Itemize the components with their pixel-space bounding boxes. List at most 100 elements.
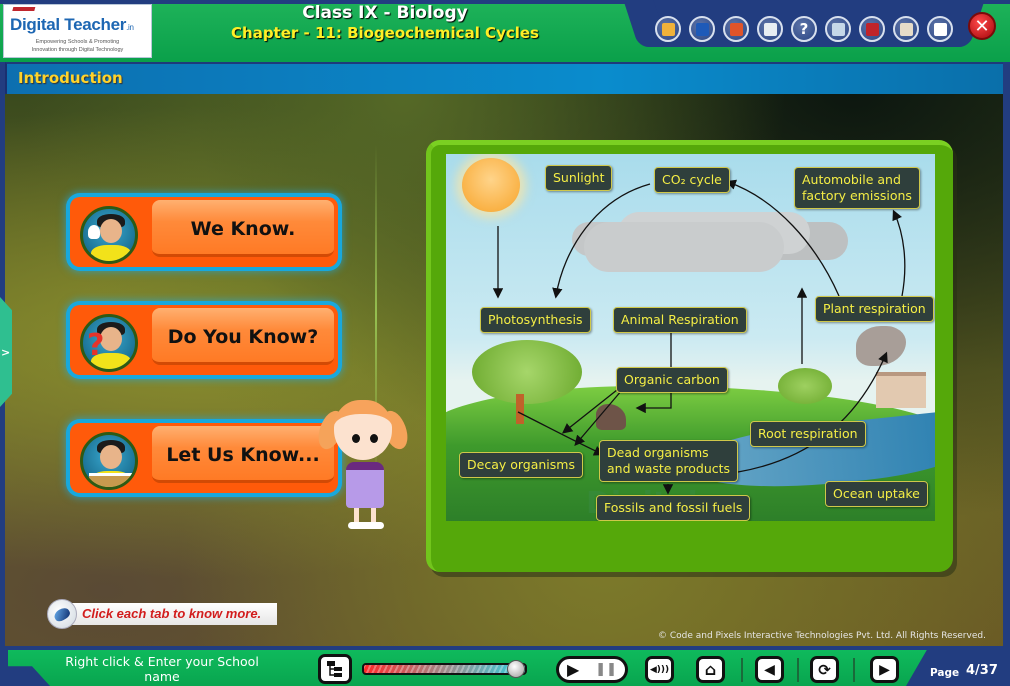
tab-label: We Know. [190,217,296,240]
progress-slider[interactable] [362,660,532,678]
toolbar-search-button[interactable] [825,16,851,42]
arrow-organic-decay [561,385,623,434]
logo-tagline-2: Innovation through Digital Technology [31,47,124,53]
footer-bar: Right click & Enter your School name ▶ ❚… [0,647,1010,686]
replay-button[interactable]: ⟳ [810,656,839,683]
node-dead-organisms-line-1: Dead organisms [607,445,709,460]
boy-reading-icon [80,432,138,490]
pause-icon: ❚❚ [595,662,618,677]
toolbar-reference-button[interactable] [893,16,919,42]
logo-brand: Digital Teacher.in [10,15,134,35]
open-book-icon [899,22,913,36]
node-animal-respiration[interactable]: Animal Respiration [613,307,747,333]
red-book-icon [865,22,879,36]
progress-knob[interactable] [506,660,525,678]
play-icon: ▶ [566,660,580,679]
previous-icon: ◀ [764,661,775,678]
section-bar: Introduction [5,62,1003,94]
page-label: Page [930,667,960,679]
question-mark-icon: ? [87,328,105,363]
copyright-text: © Code and Pixels Interactive Technologi… [658,631,986,641]
tab-we-know[interactable]: We Know. [70,197,338,267]
boy-idea-icon [80,206,138,264]
toolbar-ebook-button[interactable] [689,16,715,42]
logo-brand-suffix: .in [126,23,134,32]
pen-tablet-icon [729,22,743,36]
node-plant-respiration[interactable]: Plant respiration [815,296,934,322]
sitemap-icon [327,661,342,677]
footer-left-wedge [0,650,50,686]
boy-question-icon: ? [80,314,138,372]
node-co2-cycle[interactable]: CO₂ cycle [654,167,730,193]
chapter-title: Chapter - 11: Biogeochemical Cycles [231,24,539,42]
home-icon: ⌂ [704,660,717,679]
toolbar-glossary-button[interactable] [859,16,885,42]
progress-track [362,663,527,675]
node-emissions-line-1: Automobile and [802,172,901,187]
digital-teacher-logo: Digital Teacher.in Empowering Schools & … [3,4,152,58]
resize-window-icon [933,22,947,36]
logo-tagline-1: Empowering Schools & Promoting [35,39,120,45]
node-sunlight[interactable]: Sunlight [545,165,613,191]
magnifier-icon [831,22,845,36]
arrow-co2-photosynthesis [552,183,651,299]
node-emissions[interactable]: Automobile and factory emissions [794,167,920,209]
node-root-respiration[interactable]: Root respiration [750,421,866,447]
node-emissions-line-2: factory emissions [802,188,912,203]
tab-let-us-know[interactable]: Let Us Know... [70,423,338,493]
next-icon: ▶ [879,661,890,678]
sitemap-button[interactable] [318,654,352,684]
arrow-tree-dead [517,411,605,456]
girl-character [313,396,413,536]
node-fossils[interactable]: Fossils and fossil fuels [596,495,751,521]
chevron-right-icon: > [1,345,11,359]
class-title: Class IX - Biology [302,3,468,23]
lesson-title: Class IX - Biology Chapter - 11: Biogeoc… [190,3,580,43]
section-title: Introduction [18,69,123,87]
previous-button[interactable]: ◀ [755,656,784,683]
tab-label: Let Us Know... [166,443,320,466]
page-number: 4/37 [966,663,998,678]
home-button[interactable]: ⌂ [696,656,725,683]
toolbar-notepad-button[interactable] [723,16,749,42]
node-photosynthesis[interactable]: Photosynthesis [480,307,591,333]
arrow-plant-emissions [892,209,906,297]
page-indicator: Page 4/37 [906,650,1010,686]
close-button[interactable]: ✕ [968,12,996,40]
school-name-field[interactable]: Right click & Enter your School name [52,654,272,684]
volume-button[interactable]: ◀))) [645,656,674,683]
right-border [1003,62,1010,647]
node-decay-organisms[interactable]: Decay organisms [459,452,583,478]
lightbulb-icon [88,225,100,239]
node-dead-organisms[interactable]: Dead organisms and waste products [599,440,739,482]
node-ocean-uptake[interactable]: Ocean uptake [825,481,928,507]
book-icon [89,473,133,487]
close-icon: ✕ [974,15,990,37]
folder-clock-icon [661,22,675,36]
side-panel-toggle[interactable]: > [0,297,12,407]
app-window: Digital Teacher.in Empowering Schools & … [0,0,1010,686]
tab-do-you-know[interactable]: ? Do You Know? [70,305,338,375]
speaker-icon: ◀))) [649,664,670,675]
logo-brand-text: Digital Teacher [10,15,127,34]
carbon-cycle-diagram: Digital Sunlight CO₂ cyc [446,154,935,521]
replay-icon: ⟳ [818,660,831,679]
hint-text: Click each tab to know more. [82,606,262,621]
question-icon: ? [799,20,809,38]
arrow-dead-factory [737,351,888,473]
node-organic-carbon[interactable]: Organic carbon [616,367,728,393]
toolbar-help-button[interactable]: ? [791,16,817,42]
separator [797,658,799,682]
ebook-icon [695,22,709,36]
node-dead-organisms-line-2: and waste products [607,461,731,476]
play-pause-button[interactable]: ▶ ❚❚ [556,656,628,683]
separator [853,658,855,682]
next-button[interactable]: ▶ [870,656,899,683]
header: Digital Teacher.in Empowering Schools & … [0,0,1010,62]
tab-label: Do You Know? [167,325,319,348]
toolbar-timer-folder-button[interactable] [655,16,681,42]
toolbar-notes-button[interactable] [757,16,783,42]
hint-banner: Click each tab to know more. [47,599,277,629]
toolbar-window-button[interactable] [927,16,953,42]
mouse-icon [47,599,77,629]
